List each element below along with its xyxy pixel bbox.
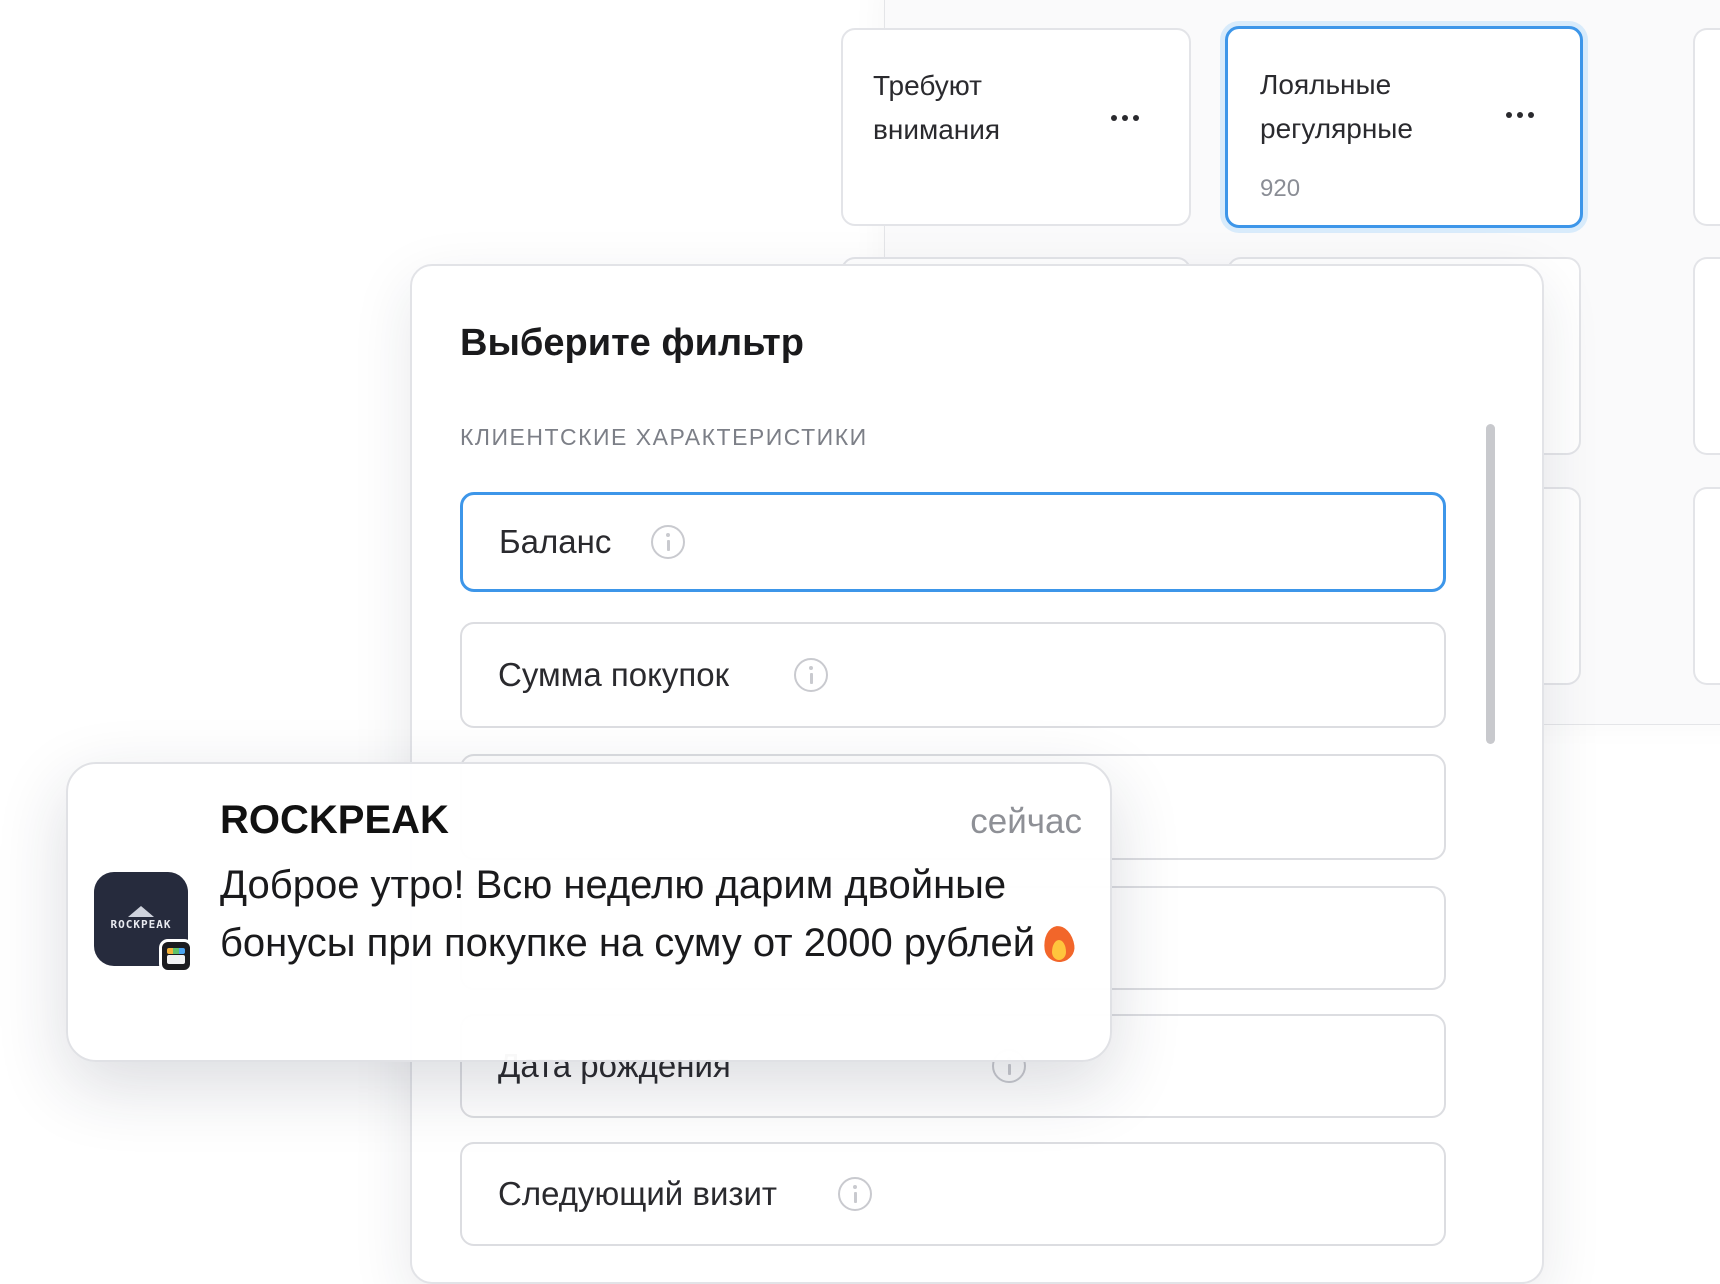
segment-title: Лояльные регулярные: [1260, 69, 1413, 144]
filter-label: Следующий визит: [498, 1175, 778, 1212]
info-icon[interactable]: [838, 1177, 872, 1211]
filter-item-next-visit[interactable]: Следующий визит: [460, 1142, 1446, 1246]
segment-card-loyal[interactable]: Лояльные регулярные 920: [1225, 26, 1583, 228]
segment-card-attention[interactable]: Требуют внимания: [841, 28, 1191, 226]
mountain-icon: [128, 906, 154, 917]
fire-icon: [1041, 920, 1077, 962]
filter-item-purchase-sum[interactable]: Сумма покупок: [460, 622, 1446, 728]
notification-app-name: ROCKPEAK: [220, 798, 449, 842]
notification-text: Доброе утро! Всю неделю дарим двойные бо…: [220, 863, 1036, 965]
segment-card-partial[interactable]: [1693, 257, 1720, 455]
section-label: КЛИЕНТСКИЕ ХАРАКТЕРИСТИКИ: [460, 424, 868, 450]
panel-title: Выберите фильтр: [460, 322, 804, 364]
segment-card-partial[interactable]: [1693, 28, 1720, 226]
notification-body: Доброе утро! Всю неделю дарим двойные бо…: [220, 856, 1080, 972]
more-options-icon[interactable]: [1107, 108, 1143, 128]
segment-card-partial[interactable]: [1693, 487, 1720, 685]
segment-count: 920: [1260, 175, 1301, 202]
more-options-icon[interactable]: [1502, 105, 1538, 125]
wallet-icon: [159, 939, 193, 973]
info-icon[interactable]: [651, 525, 685, 559]
scrollbar[interactable]: [1486, 424, 1495, 744]
filter-label: Баланс: [499, 523, 612, 560]
app-icon-text: ROCKPEAK: [110, 918, 172, 931]
filter-label: Сумма покупок: [498, 656, 730, 693]
segment-title: Требуют внимания: [873, 70, 1001, 145]
info-icon[interactable]: [794, 658, 828, 692]
push-notification[interactable]: ROCKPEAK ROCKPEAK сейчас Доброе утро! Вс…: [66, 762, 1112, 1062]
notification-time: сейчас: [970, 802, 1082, 841]
filter-item-balance[interactable]: Баланс: [460, 492, 1446, 592]
